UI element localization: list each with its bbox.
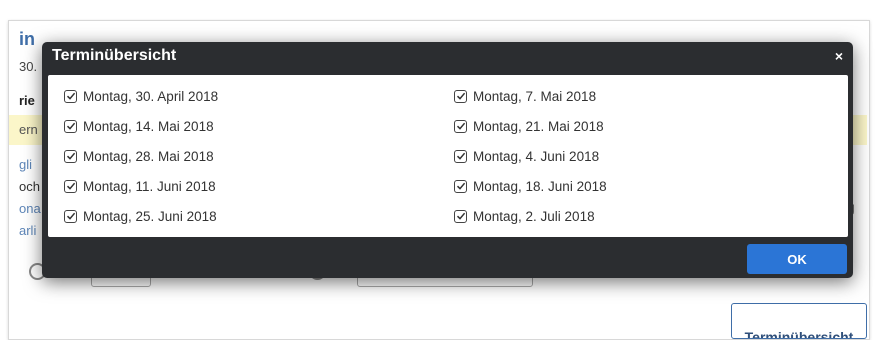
date-checkbox-item[interactable]: Montag, 4. Juni 2018	[454, 146, 599, 166]
checkbox-checked-icon[interactable]	[454, 179, 467, 193]
date-label: Montag, 21. Mai 2018	[473, 118, 604, 134]
date-checkbox-item[interactable]: Montag, 28. Mai 2018	[64, 146, 214, 166]
date-checkbox-item[interactable]: Montag, 2. Juli 2018	[454, 206, 595, 226]
background-title-fragment: in	[19, 29, 35, 49]
checkbox-checked-icon[interactable]	[64, 149, 77, 163]
terminuebersicht-dialog: Terminübersicht × Montag, 30. April 2018…	[42, 42, 853, 278]
checkbox-checked-icon[interactable]	[454, 89, 467, 103]
date-checkbox-item[interactable]: Montag, 18. Juni 2018	[454, 176, 607, 196]
ok-button[interactable]: OK	[747, 244, 847, 274]
date-label: Montag, 25. Juni 2018	[83, 208, 217, 224]
terminuebersicht-button: Terminübersicht	[731, 303, 867, 339]
background-link-fragment: gli	[19, 157, 33, 172]
checkbox-checked-icon[interactable]	[454, 149, 467, 163]
date-checkbox-item[interactable]: Montag, 11. Juni 2018	[64, 176, 216, 196]
dialog-body: Montag, 30. April 2018 Montag, 14. Mai 2…	[48, 75, 848, 237]
background-date-fragment: 30.	[19, 59, 38, 74]
checkbox-checked-icon[interactable]	[454, 119, 467, 133]
date-label: Montag, 18. Juni 2018	[473, 178, 607, 194]
date-checkbox-item[interactable]: Montag, 30. April 2018	[64, 86, 218, 106]
date-checkbox-item[interactable]: Montag, 25. Juni 2018	[64, 206, 217, 226]
date-checkbox-item[interactable]: Montag, 7. Mai 2018	[454, 86, 596, 106]
close-icon[interactable]: ×	[835, 48, 843, 64]
checkbox-checked-icon[interactable]	[64, 119, 77, 133]
date-checkbox-item[interactable]: Montag, 21. Mai 2018	[454, 116, 604, 136]
date-label: Montag, 30. April 2018	[83, 88, 219, 104]
date-label: Montag, 2. Juli 2018	[473, 208, 595, 224]
dialog-title: Terminübersicht	[52, 47, 177, 64]
date-label: Montag, 7. Mai 2018	[473, 88, 597, 104]
date-label: Montag, 14. Mai 2018	[83, 118, 214, 134]
checkbox-checked-icon[interactable]	[64, 89, 77, 103]
date-label: Montag, 11. Juni 2018	[83, 178, 216, 194]
date-checkbox-item[interactable]: Montag, 14. Mai 2018	[64, 116, 214, 136]
background-link-fragment: ona	[19, 201, 41, 216]
checkbox-checked-icon[interactable]	[64, 179, 77, 193]
checkbox-checked-icon[interactable]	[454, 209, 467, 223]
background-link-fragment: arli	[19, 223, 37, 238]
checkbox-checked-icon[interactable]	[64, 209, 77, 223]
date-label: Montag, 4. Juni 2018	[473, 148, 600, 164]
background-heading-fragment: rie	[19, 93, 35, 108]
background-text-fragment: och	[19, 179, 40, 194]
date-label: Montag, 28. Mai 2018	[83, 148, 214, 164]
background-notice-fragment: ern	[19, 122, 38, 137]
